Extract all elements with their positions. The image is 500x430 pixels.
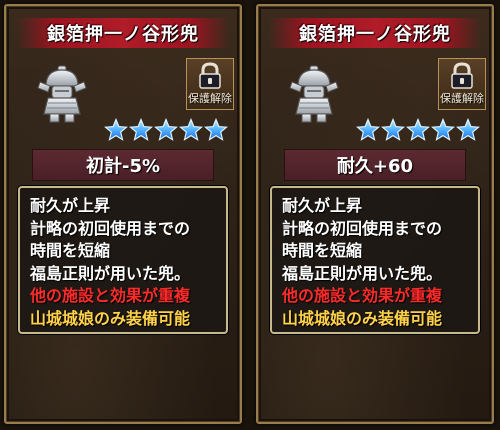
star-icon bbox=[456, 118, 480, 142]
rarity-stars bbox=[104, 118, 228, 144]
protection-release-button[interactable]: 保護解除 bbox=[438, 58, 486, 110]
armor-helmet-icon bbox=[288, 64, 340, 124]
card-title: 銀箔押一ノ谷形兜 bbox=[47, 24, 199, 45]
desc-line: 計略の初回使用までの bbox=[30, 218, 191, 238]
star-icon bbox=[381, 118, 405, 142]
equipment-compare: 銀箔押一ノ谷形兜 保護解除 初計-5% 耐久が上昇 計略の初回使用までの 時間を… bbox=[0, 0, 500, 430]
card-title-band: 銀箔押一ノ谷形兜 bbox=[16, 18, 230, 48]
desc-line: 時間を短縮 bbox=[282, 241, 363, 260]
protection-release-label: 保護解除 bbox=[188, 92, 232, 105]
star-icon bbox=[154, 118, 178, 142]
card-title-band: 銀箔押一ノ谷形兜 bbox=[268, 18, 482, 48]
stat-value: 耐久+60 bbox=[336, 156, 414, 177]
desc-warning: 他の施設と効果が重複 bbox=[282, 286, 443, 305]
protection-release-label: 保護解除 bbox=[440, 92, 484, 105]
description-box: 耐久が上昇 計略の初回使用までの 時間を短縮 福島正則が用いた兜。 他の施設と効… bbox=[270, 186, 480, 334]
desc-warning: 他の施設と効果が重複 bbox=[30, 286, 191, 305]
stat-bar: 耐久+60 bbox=[284, 149, 466, 181]
star-icon bbox=[179, 118, 203, 142]
armor-helmet-icon bbox=[36, 64, 88, 124]
star-icon bbox=[204, 118, 228, 142]
star-icon bbox=[431, 118, 455, 142]
star-icon bbox=[356, 118, 380, 142]
stat-value: 初計-5% bbox=[85, 156, 161, 177]
desc-restriction: 山城城娘のみ装備可能 bbox=[282, 308, 443, 328]
card-title: 銀箔押一ノ谷形兜 bbox=[299, 24, 451, 45]
equipment-card-current: 銀箔押一ノ谷形兜 保護解除 初計-5% 耐久が上昇 計略の初回使用までの 時間を… bbox=[4, 4, 242, 424]
lock-icon bbox=[196, 62, 224, 90]
desc-line: 耐久が上昇 bbox=[30, 196, 111, 215]
desc-line: 計略の初回使用までの bbox=[282, 218, 443, 238]
equipment-card-new: 銀箔押一ノ谷形兜 保護解除 耐久+60 耐久が上昇 計略の初回使用までの 時間を… bbox=[256, 4, 494, 424]
star-icon bbox=[406, 118, 430, 142]
star-icon bbox=[129, 118, 153, 142]
description-box: 耐久が上昇 計略の初回使用までの 時間を短縮 福島正則が用いた兜。 他の施設と効… bbox=[18, 186, 228, 334]
desc-line: 福島正則が用いた兜。 bbox=[282, 263, 443, 283]
lock-icon bbox=[448, 62, 476, 90]
desc-line: 時間を短縮 bbox=[30, 241, 111, 260]
star-icon bbox=[104, 118, 128, 142]
protection-release-button[interactable]: 保護解除 bbox=[186, 58, 234, 110]
stat-bar: 初計-5% bbox=[32, 149, 214, 181]
desc-line: 福島正則が用いた兜。 bbox=[30, 263, 191, 283]
desc-restriction: 山城城娘のみ装備可能 bbox=[30, 308, 191, 328]
desc-line: 耐久が上昇 bbox=[282, 196, 363, 215]
rarity-stars bbox=[356, 118, 480, 144]
